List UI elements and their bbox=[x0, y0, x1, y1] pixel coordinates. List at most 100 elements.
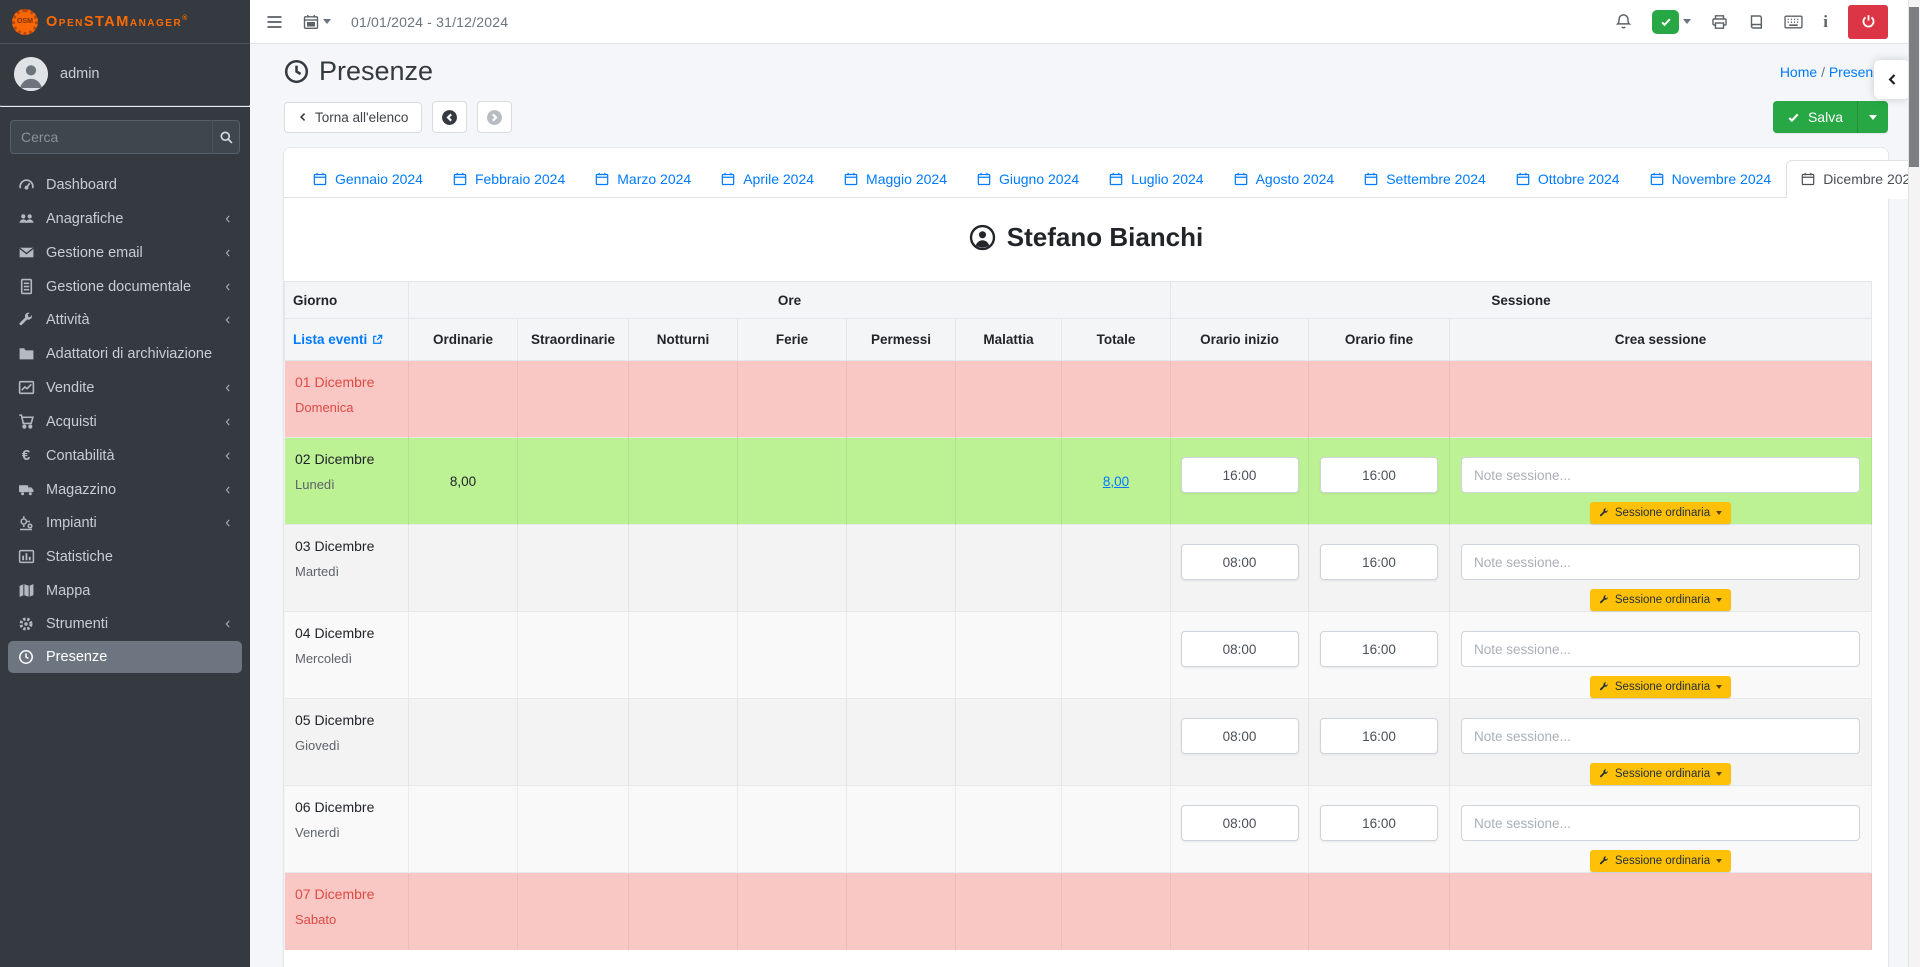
create-session-button[interactable]: Sessione ordinaria bbox=[1590, 502, 1731, 524]
end-time-input[interactable] bbox=[1320, 718, 1438, 754]
search-input[interactable] bbox=[10, 120, 212, 154]
tab-settembre-2024[interactable]: Settembre 2024 bbox=[1349, 160, 1501, 198]
sidebar-item-contabilita[interactable]: € Contabilità bbox=[8, 439, 242, 472]
sidebar-item-label: Statistiche bbox=[46, 549, 113, 565]
hamburger-icon bbox=[266, 15, 283, 29]
cart-icon bbox=[17, 413, 35, 430]
start-time-input[interactable] bbox=[1181, 805, 1299, 841]
tasks-dropdown-button[interactable] bbox=[1652, 10, 1691, 34]
empty-cell bbox=[1171, 873, 1309, 950]
sidebar-item-mappa[interactable]: Mappa bbox=[8, 574, 242, 607]
start-time-input[interactable] bbox=[1181, 457, 1299, 493]
docs-button[interactable] bbox=[1748, 14, 1764, 30]
table-row-day-05: 05 DicembreGiovedì Sessione ordinaria bbox=[285, 699, 1872, 786]
brand[interactable]: OSM OpenSTAManager® bbox=[0, 0, 250, 44]
empty-cell bbox=[847, 612, 956, 699]
day-cell: 02 DicembreLunedì bbox=[285, 438, 409, 525]
logout-button[interactable] bbox=[1848, 5, 1888, 39]
session-note-input[interactable] bbox=[1461, 718, 1860, 754]
tab-luglio-2024[interactable]: Luglio 2024 bbox=[1094, 160, 1218, 198]
sidebar-item-adattatori[interactable]: Adattatori di archiviazione bbox=[8, 337, 242, 370]
sidebar-item-magazzino[interactable]: Magazzino bbox=[8, 473, 242, 506]
sidebar-item-label: Impianti bbox=[46, 515, 97, 531]
end-time-cell bbox=[1309, 786, 1450, 873]
col-orario-fine: Orario fine bbox=[1309, 319, 1450, 361]
session-note-input[interactable] bbox=[1461, 544, 1860, 580]
save-button[interactable]: Salva bbox=[1773, 101, 1857, 133]
session-note-input[interactable] bbox=[1461, 457, 1860, 493]
print-button[interactable] bbox=[1711, 14, 1728, 30]
create-session-button[interactable]: Sessione ordinaria bbox=[1590, 589, 1731, 611]
person-circle-icon bbox=[969, 224, 996, 251]
tab-dicembre-2024[interactable]: Dicembre 2024 bbox=[1786, 160, 1920, 198]
save-options-button[interactable] bbox=[1857, 101, 1888, 133]
start-time-input[interactable] bbox=[1181, 631, 1299, 667]
tab-maggio-2024[interactable]: Maggio 2024 bbox=[829, 160, 962, 198]
end-time-input[interactable] bbox=[1320, 631, 1438, 667]
shortcuts-button[interactable] bbox=[1784, 15, 1803, 29]
sidebar-item-dashboard[interactable]: Dashboard bbox=[8, 168, 242, 201]
day-cell: 07 DicembreSabato bbox=[285, 873, 409, 950]
search-button[interactable] bbox=[212, 120, 240, 154]
back-to-list-button[interactable]: Torna all'elenco bbox=[284, 102, 422, 133]
col-crea-sessione: Crea sessione bbox=[1450, 319, 1872, 361]
tab-ottobre-2024[interactable]: Ottobre 2024 bbox=[1501, 160, 1635, 198]
sidebar-item-attivita[interactable]: Attività bbox=[8, 304, 242, 336]
empty-cell bbox=[629, 786, 738, 873]
clock-icon bbox=[17, 649, 35, 665]
create-session-button[interactable]: Sessione ordinaria bbox=[1590, 763, 1731, 785]
totale-link[interactable]: 8,00 bbox=[1103, 474, 1129, 489]
tab-giugno-2024[interactable]: Giugno 2024 bbox=[962, 160, 1094, 198]
calendar-dropdown-button[interactable] bbox=[303, 14, 331, 30]
sidebar-item-impianti[interactable]: Impianti bbox=[8, 507, 242, 539]
sidebar-item-anagrafiche[interactable]: Anagrafiche bbox=[8, 202, 242, 235]
tab-febbraio-2024[interactable]: Febbraio 2024 bbox=[438, 160, 580, 198]
create-session-button[interactable]: Sessione ordinaria bbox=[1590, 676, 1731, 698]
period-filter[interactable]: 01/01/2024 - 31/12/2024 bbox=[351, 14, 508, 30]
tab-aprile-2024[interactable]: Aprile 2024 bbox=[706, 160, 829, 198]
tab-agosto-2024[interactable]: Agosto 2024 bbox=[1219, 160, 1350, 198]
session-note-input[interactable] bbox=[1461, 805, 1860, 841]
breadcrumb-home-link[interactable]: Home bbox=[1780, 64, 1817, 80]
sidebar-item-statistiche[interactable]: Statistiche bbox=[8, 540, 242, 573]
wrench-icon bbox=[1599, 595, 1609, 605]
scrollbar-track[interactable] bbox=[1908, 0, 1920, 967]
sidebar-item-vendite[interactable]: Vendite bbox=[8, 371, 242, 404]
tab-gennaio-2024[interactable]: Gennaio 2024 bbox=[298, 160, 438, 198]
day-cell: 06 DicembreVenerdì bbox=[285, 786, 409, 873]
tab-novembre-2024[interactable]: Novembre 2024 bbox=[1635, 160, 1787, 198]
empty-cell bbox=[738, 873, 847, 950]
sidebar-nav: Dashboard Anagrafiche Gestione email Ges… bbox=[0, 164, 250, 678]
start-time-input[interactable] bbox=[1181, 544, 1299, 580]
user-name[interactable]: admin bbox=[60, 66, 100, 82]
sidebar-item-acquisti[interactable]: Acquisti bbox=[8, 405, 242, 438]
end-time-input[interactable] bbox=[1320, 457, 1438, 493]
create-session-button[interactable]: Sessione ordinaria bbox=[1590, 850, 1731, 872]
event-list-link[interactable]: Lista eventi bbox=[293, 332, 383, 347]
clock-icon bbox=[284, 59, 309, 84]
table-columns-row: Lista eventi Ordinarie Straordinarie Not… bbox=[285, 319, 1872, 361]
start-time-input[interactable] bbox=[1181, 718, 1299, 754]
scrollbar-thumb[interactable] bbox=[1909, 7, 1919, 167]
right-panel-toggle[interactable] bbox=[1874, 60, 1910, 99]
previous-record-button[interactable] bbox=[432, 101, 467, 133]
calendar-icon bbox=[1801, 172, 1815, 186]
end-time-input[interactable] bbox=[1320, 544, 1438, 580]
sidebar-item-label: Adattatori di archiviazione bbox=[46, 346, 212, 362]
info-button[interactable]: i bbox=[1823, 12, 1828, 32]
notifications-button[interactable] bbox=[1615, 13, 1632, 31]
sidebar-item-gestione-documentale[interactable]: Gestione documentale bbox=[8, 270, 242, 303]
next-record-button[interactable] bbox=[477, 101, 512, 133]
tab-marzo-2024[interactable]: Marzo 2024 bbox=[580, 160, 706, 198]
end-time-input[interactable] bbox=[1320, 805, 1438, 841]
chevron-left-icon bbox=[1886, 72, 1899, 87]
sidebar-item-strumenti[interactable]: Strumenti bbox=[8, 608, 242, 640]
employee-heading: Stefano Bianchi bbox=[284, 222, 1888, 253]
session-cell: Sessione ordinaria bbox=[1450, 699, 1872, 786]
sidebar-item-presenze[interactable]: Presenze bbox=[8, 641, 242, 673]
col-totale: Totale bbox=[1062, 319, 1171, 361]
menu-toggle-button[interactable] bbox=[266, 15, 283, 29]
empty-cell bbox=[847, 525, 956, 612]
sidebar-item-gestione-email[interactable]: Gestione email bbox=[8, 236, 242, 269]
session-note-input[interactable] bbox=[1461, 631, 1860, 667]
